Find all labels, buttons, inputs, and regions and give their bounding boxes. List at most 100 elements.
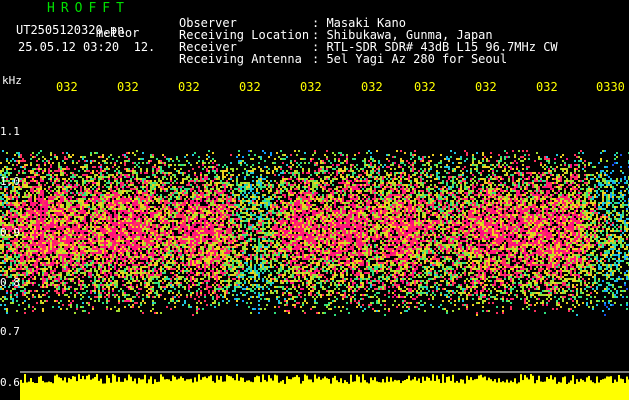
spectrogram-pixel bbox=[150, 252, 152, 254]
spectrogram-pixel bbox=[162, 222, 164, 224]
spectrogram-pixel bbox=[22, 218, 24, 220]
spectrogram-pixel bbox=[134, 204, 136, 206]
spectrogram-pixel bbox=[80, 250, 82, 252]
spectrogram-pixel bbox=[34, 278, 36, 280]
spectrogram-pixel bbox=[38, 218, 40, 220]
spectrogram-pixel bbox=[144, 264, 146, 266]
spectrogram-pixel bbox=[208, 262, 210, 264]
spectrogram-pixel bbox=[184, 172, 186, 174]
spectrogram-pixel bbox=[104, 268, 106, 270]
spectrogram-pixel bbox=[188, 176, 190, 178]
spectrogram-pixel bbox=[88, 212, 90, 214]
spectrogram-pixel bbox=[100, 284, 102, 286]
spectrogram-pixel bbox=[172, 186, 174, 188]
spectrogram-pixel bbox=[22, 240, 24, 242]
spectrogram-pixel bbox=[102, 252, 104, 254]
spectrogram-pixel bbox=[32, 274, 34, 276]
spectrogram-pixel bbox=[194, 210, 196, 212]
spectrogram-pixel bbox=[102, 280, 104, 282]
spectrogram-pixel bbox=[166, 208, 168, 210]
spectrogram-pixel bbox=[148, 176, 150, 178]
spectrogram-pixel bbox=[68, 246, 70, 248]
spectrogram-pixel bbox=[190, 204, 192, 206]
spectrogram-pixel bbox=[106, 242, 108, 244]
spectrogram-pixel bbox=[210, 258, 212, 260]
spectrogram-pixel bbox=[204, 214, 206, 216]
spectrogram-pixel bbox=[142, 312, 144, 314]
spectrogram-pixel bbox=[210, 248, 212, 250]
spectrogram-pixel bbox=[160, 274, 162, 276]
spectrogram-pixel bbox=[46, 224, 48, 226]
spectrogram-pixel bbox=[136, 294, 138, 296]
spectrogram-pixel bbox=[36, 228, 38, 230]
spectrogram-pixel bbox=[26, 282, 28, 284]
spectrogram-pixel bbox=[42, 310, 44, 312]
spectrogram-pixel bbox=[90, 172, 92, 174]
spectrogram-pixel bbox=[124, 296, 126, 298]
spectrogram-pixel bbox=[40, 190, 42, 192]
spectrogram-pixel bbox=[54, 262, 56, 264]
spectrogram-pixel bbox=[200, 262, 202, 264]
spectrogram-pixel bbox=[112, 236, 114, 238]
spectrogram-pixel bbox=[92, 198, 94, 200]
spectrogram-pixel bbox=[146, 274, 148, 276]
spectrogram-pixel bbox=[84, 206, 86, 208]
spectrogram-pixel bbox=[42, 286, 44, 288]
spectrogram-pixel bbox=[70, 274, 72, 276]
spectrogram-pixel bbox=[160, 220, 162, 222]
spectrogram-pixel bbox=[26, 270, 28, 272]
spectrogram-pixel bbox=[198, 308, 200, 310]
spectrogram-pixel bbox=[78, 264, 80, 266]
spectrogram-pixel bbox=[192, 246, 194, 248]
spectrogram-pixel bbox=[128, 222, 130, 224]
spectrogram-pixel bbox=[136, 218, 138, 220]
spectrogram-pixel bbox=[198, 204, 200, 206]
spectrogram-pixel bbox=[10, 250, 12, 252]
spectrogram-pixel bbox=[212, 194, 214, 196]
spectrogram-pixel bbox=[82, 284, 84, 286]
spectrogram-pixel bbox=[200, 178, 202, 180]
spectrogram-pixel bbox=[70, 248, 72, 250]
spectrogram-pixel bbox=[26, 292, 28, 294]
spectrogram-pixel bbox=[112, 258, 114, 260]
spectrogram-pixel bbox=[190, 212, 192, 214]
spectrogram-pixel bbox=[54, 232, 56, 234]
spectrogram-pixel bbox=[40, 246, 42, 248]
spectrogram-pixel bbox=[166, 264, 168, 266]
spectrogram-pixel bbox=[58, 238, 60, 240]
spectrogram-pixel bbox=[98, 184, 100, 186]
spectrogram-pixel bbox=[170, 176, 172, 178]
spectrogram-pixel bbox=[64, 288, 66, 290]
spectrogram-pixel bbox=[70, 222, 72, 224]
spectrogram-pixel bbox=[14, 270, 16, 272]
spectrogram-pixel bbox=[84, 198, 86, 200]
spectrogram-pixel bbox=[78, 198, 80, 200]
spectrogram-pixel bbox=[120, 212, 122, 214]
spectrogram-pixel bbox=[66, 256, 68, 258]
spectrogram-pixel bbox=[202, 282, 204, 284]
spectrogram-pixel bbox=[90, 268, 92, 270]
spectrogram-pixel bbox=[62, 292, 64, 294]
spectrogram-pixel bbox=[106, 284, 108, 286]
spectrogram-pixel bbox=[28, 238, 30, 240]
spectrogram-pixel bbox=[50, 166, 52, 168]
spectrogram-pixel bbox=[78, 258, 80, 260]
spectrogram-pixel bbox=[162, 176, 164, 178]
spectrogram-pixel bbox=[164, 254, 166, 256]
spectrogram-pixel bbox=[148, 198, 150, 200]
spectrogram-pixel bbox=[146, 180, 148, 182]
spectrogram-pixel bbox=[168, 242, 170, 244]
spectrogram-pixel bbox=[114, 216, 116, 218]
spectrogram-pixel bbox=[54, 300, 56, 302]
spectrogram-pixel bbox=[44, 270, 46, 272]
spectrogram-pixel bbox=[184, 202, 186, 204]
spectrogram-pixel bbox=[32, 216, 34, 218]
spectrogram-pixel bbox=[48, 240, 50, 242]
spectrogram-pixel bbox=[100, 294, 102, 296]
spectrogram-pixel bbox=[62, 240, 64, 242]
spectrogram-pixel bbox=[118, 200, 120, 202]
spectrogram-pixel bbox=[8, 256, 10, 258]
spectrogram-pixel bbox=[70, 216, 72, 218]
spectrogram-pixel bbox=[158, 224, 160, 226]
spectrogram-pixel bbox=[160, 180, 162, 182]
